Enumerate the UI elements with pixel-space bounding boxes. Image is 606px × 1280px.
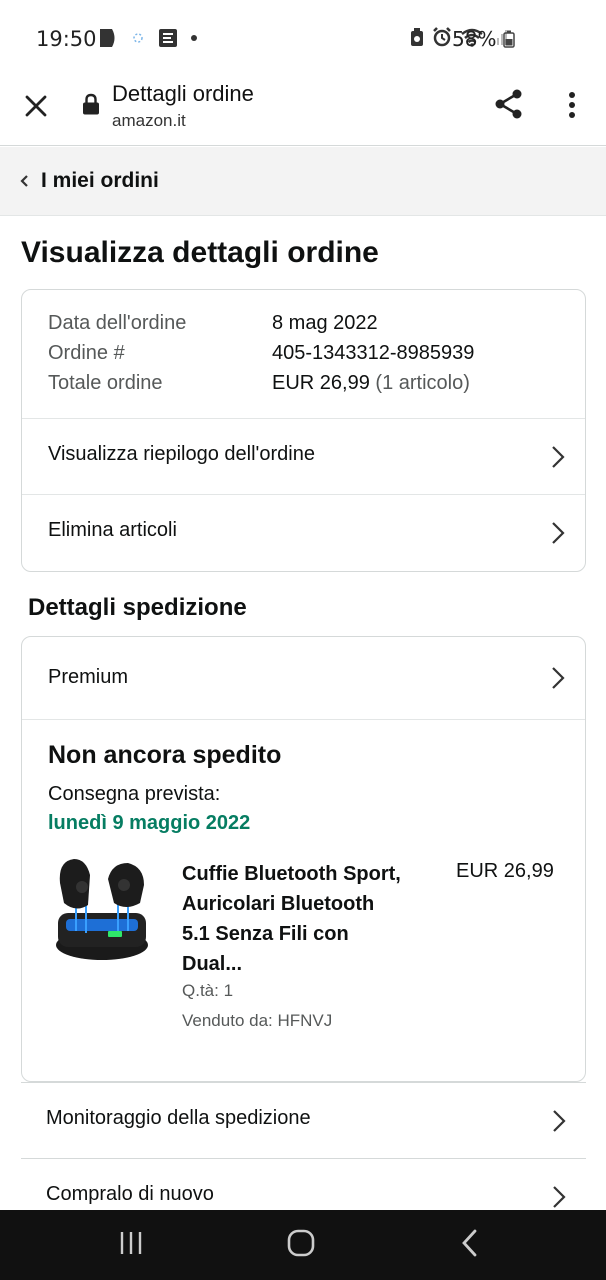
order-date-value: 8 mag 2022 <box>272 312 378 334</box>
back-icon[interactable] <box>460 1228 480 1258</box>
product-seller: Venduto da: HFNVJ <box>182 1011 333 1030</box>
back-label: I miei ordini <box>41 169 159 192</box>
shipping-section-title: Dettagli spedizione <box>28 594 247 621</box>
lock-icon <box>83 93 99 115</box>
share-icon[interactable] <box>492 87 526 121</box>
page-title: Visualizza dettagli ordine <box>21 236 379 269</box>
battery-indicator: 58% <box>452 27 515 51</box>
status-bar: 19:50 58% <box>0 0 606 78</box>
order-summary-link[interactable]: Visualizza riepilogo dell'ordine <box>22 418 585 494</box>
shipping-method-link[interactable]: Premium <box>22 637 585 720</box>
battery-icon <box>503 30 515 48</box>
product-price: EUR 26,99 <box>456 860 554 882</box>
chevron-right-icon <box>553 1110 566 1132</box>
browser-page-title: Dettagli ordine <box>112 81 254 106</box>
product-title[interactable]: Cuffie Bluetooth Sport, Auricolari Bluet… <box>182 859 432 979</box>
order-summary-label: Visualizza riepilogo dell'ordine <box>48 443 315 465</box>
alarm-icon <box>433 27 451 47</box>
chevron-right-icon <box>552 446 565 468</box>
system-navigation-bar <box>0 1210 606 1280</box>
cloud-icon <box>133 33 143 43</box>
news-icon <box>159 29 177 47</box>
track-shipment-link[interactable]: Monitoraggio della spedizione <box>21 1082 586 1158</box>
media-play-icon <box>100 29 115 47</box>
dot-icon <box>191 35 197 41</box>
back-to-orders-link[interactable]: I miei ordini <box>0 147 606 216</box>
product-title-line: Auricolari Bluetooth <box>182 893 375 915</box>
chevron-left-icon <box>20 175 28 187</box>
chevron-right-icon <box>553 1186 566 1208</box>
order-date-label: Data dell'ordine <box>48 312 187 334</box>
notification-icons <box>98 27 198 49</box>
close-icon[interactable] <box>20 90 52 122</box>
browser-domain: amazon.it <box>112 111 186 130</box>
delete-items-link[interactable]: Elimina articoli <box>22 494 585 570</box>
buy-again-label: Compralo di nuovo <box>46 1183 214 1205</box>
delete-items-label: Elimina articoli <box>48 519 177 541</box>
delivery-date: lunedì 9 maggio 2022 <box>48 812 251 834</box>
product-quantity: Q.tà: 1 <box>182 981 234 1000</box>
recent-apps-icon[interactable] <box>118 1230 144 1256</box>
clock: 19:50 <box>36 27 97 51</box>
shipping-method-label: Premium <box>48 666 129 688</box>
chevron-right-icon <box>552 522 565 544</box>
product-title-line: 5.1 Senza Fili con <box>182 923 349 945</box>
chevron-right-icon <box>552 667 565 689</box>
order-number-value: 405-1343312-8985939 <box>272 342 475 364</box>
order-total-label: Totale ordine <box>48 372 163 394</box>
more-options-icon[interactable] <box>560 88 584 122</box>
product-title-line: Dual... <box>182 953 243 975</box>
home-icon[interactable] <box>286 1228 316 1258</box>
battery-saver-icon <box>411 28 423 46</box>
order-total-amount: EUR 26,99 <box>272 372 370 394</box>
order-total-value: EUR 26,99 (1 articolo) <box>272 372 470 395</box>
delivery-label: Consegna prevista: <box>48 783 221 805</box>
order-total-items: (1 articolo) <box>375 372 470 394</box>
order-number-label: Ordine # <box>48 342 125 364</box>
order-summary-card: Data dell'ordine 8 mag 2022 Ordine # 405… <box>21 289 586 572</box>
shipment-card: Premium Non ancora spedito Consegna prev… <box>21 636 586 1082</box>
shipment-status: Non ancora spedito <box>48 741 282 769</box>
product-image[interactable] <box>52 853 152 965</box>
battery-percent: 58% <box>452 27 497 51</box>
product-title-line: Cuffie Bluetooth Sport, <box>182 863 401 885</box>
browser-toolbar: Dettagli ordine amazon.it <box>0 78 606 146</box>
track-shipment-label: Monitoraggio della spedizione <box>46 1107 311 1129</box>
